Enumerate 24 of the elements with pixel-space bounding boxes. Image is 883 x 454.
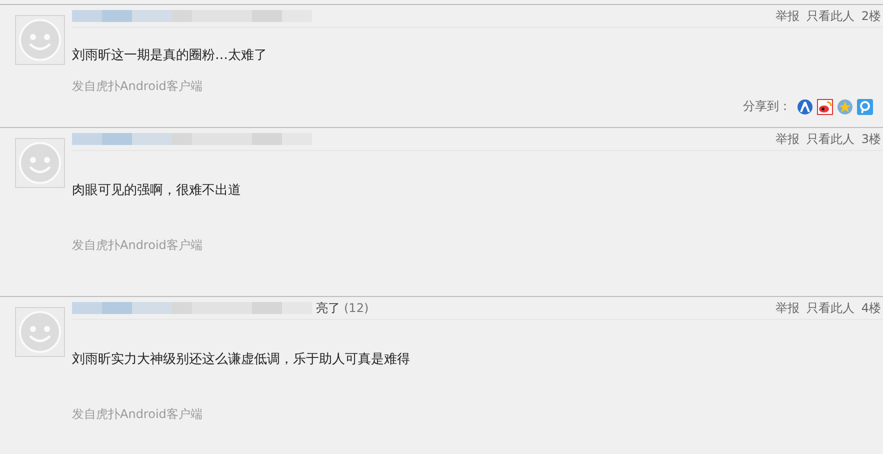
avatar-icon xyxy=(15,138,65,188)
post-action-link[interactable]: 举报 xyxy=(775,8,800,24)
post-source: 发自虎扑Android客户端 xyxy=(72,237,202,254)
post-action-link[interactable]: 只看此人 xyxy=(806,8,854,24)
post-source: 发自虎扑Android客户端 xyxy=(72,78,202,95)
post-action-link[interactable]: 举报 xyxy=(775,300,800,316)
share-icon[interactable] xyxy=(797,98,813,114)
post-action-link[interactable]: 举报 xyxy=(775,130,800,148)
floor-number: 3楼 xyxy=(861,130,881,148)
light-count: (12) xyxy=(344,301,369,315)
star-icon[interactable] xyxy=(837,98,853,114)
post-source: 发自虎扑Android客户端 xyxy=(72,406,202,423)
light-label: 亮了 xyxy=(316,300,340,316)
avatar-icon xyxy=(15,307,65,357)
post-content: 刘雨昕实力大神级别还这么谦虚低调，乐于助人可真是难得 xyxy=(72,351,411,368)
avatar-icon xyxy=(15,15,65,65)
post-content: 肉眼可见的强啊，很难不出道 xyxy=(72,182,242,199)
floor-number: 2楼 xyxy=(861,8,881,24)
floor-number: 4楼 xyxy=(861,300,881,316)
post-content: 刘雨昕这一期是真的圈粉…太难了 xyxy=(72,47,268,64)
post-action-link[interactable]: 只看此人 xyxy=(806,300,854,316)
post-action-link[interactable]: 只看此人 xyxy=(806,130,854,148)
share-label: 分享到： xyxy=(743,98,791,115)
weibo-icon[interactable] xyxy=(817,98,833,114)
